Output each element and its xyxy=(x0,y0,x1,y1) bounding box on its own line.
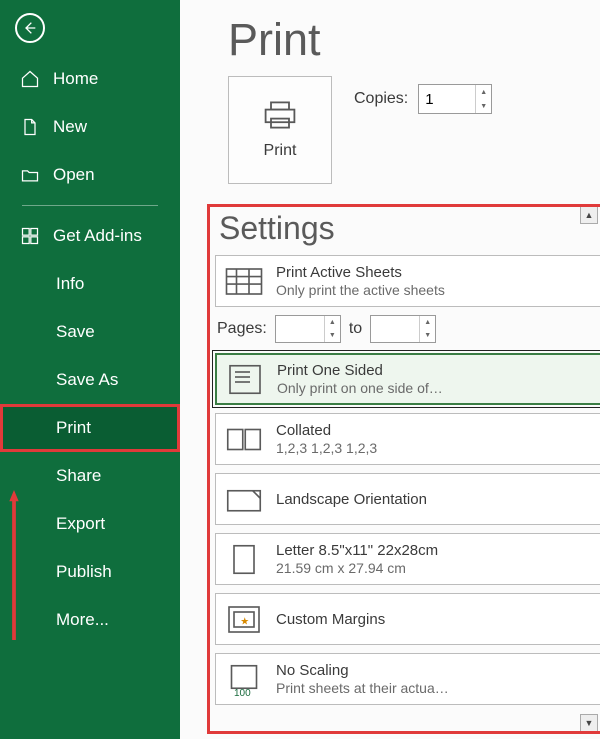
printer-icon xyxy=(262,100,298,130)
page-title: Print xyxy=(228,14,600,66)
sidebar-label-getaddins: Get Add-ins xyxy=(53,226,142,246)
sidebar-item-getaddins[interactable]: Get Add-ins xyxy=(0,212,180,260)
margins-title: Custom Margins xyxy=(276,611,600,628)
margins-icon: ★ xyxy=(224,601,264,637)
collated-dropdown[interactable]: Collated 1,2,3 1,2,3 1,2,3 ▼ xyxy=(215,413,600,465)
print-what-title: Print Active Sheets xyxy=(276,264,600,281)
copies-down-icon[interactable]: ▼ xyxy=(476,99,491,113)
pages-label: Pages: xyxy=(217,320,267,338)
back-button[interactable] xyxy=(15,13,45,43)
print-what-sub: Only print the active sheets xyxy=(276,282,596,298)
svg-text:100: 100 xyxy=(234,687,251,696)
backstage-sidebar: Home New Open Get Add-ins Info Save Save… xyxy=(0,0,180,739)
up-icon[interactable]: ▲ xyxy=(325,316,340,329)
one-sided-icon xyxy=(225,361,265,397)
sidebar-item-export[interactable]: Export xyxy=(0,500,180,548)
sides-title: Print One Sided xyxy=(277,362,600,379)
print-button-label: Print xyxy=(264,142,297,160)
down-icon[interactable]: ▼ xyxy=(325,329,340,342)
sidebar-label-more: More... xyxy=(56,610,109,630)
paper-title: Letter 8.5"x11" 22x28cm xyxy=(276,542,600,559)
copies-input[interactable] xyxy=(419,85,475,113)
pages-to-label: to xyxy=(349,320,362,338)
sidebar-item-more[interactable]: More... xyxy=(0,596,180,644)
scaling-sub: Print sheets at their actua… xyxy=(276,680,596,696)
collated-icon xyxy=(224,421,264,457)
copies-spinner[interactable]: ▲ ▼ xyxy=(418,84,492,114)
sidebar-item-save[interactable]: Save xyxy=(0,308,180,356)
sidebar-label-print: Print xyxy=(56,418,91,438)
sidebar-label-publish: Publish xyxy=(56,562,112,582)
sides-sub: Only print on one side of… xyxy=(277,380,597,396)
sidebar-separator xyxy=(22,205,158,206)
sidebar-item-publish[interactable]: Publish xyxy=(0,548,180,596)
pages-from-input[interactable] xyxy=(276,316,324,342)
down-icon[interactable]: ▼ xyxy=(420,329,435,342)
print-button[interactable]: Print xyxy=(228,76,332,184)
margins-dropdown[interactable]: ★ Custom Margins ▼ xyxy=(215,593,600,645)
copies-control: Copies: ▲ ▼ xyxy=(354,84,492,114)
up-icon[interactable]: ▲ xyxy=(420,316,435,329)
scaling-title: No Scaling xyxy=(276,662,600,679)
print-what-dropdown[interactable]: Print Active Sheets Only print the activ… xyxy=(215,255,600,307)
sidebar-item-share[interactable]: Share xyxy=(0,452,180,500)
home-icon xyxy=(20,69,40,89)
back-arrow-icon xyxy=(22,20,38,36)
collated-sub: 1,2,3 1,2,3 1,2,3 xyxy=(276,440,596,456)
pages-from-spinner[interactable]: ▲▼ xyxy=(275,315,341,343)
addins-icon xyxy=(20,226,40,246)
settings-section: Settings Print Active Sheets Only print … xyxy=(207,204,600,738)
sidebar-label-info: Info xyxy=(56,274,84,294)
pages-range: Pages: ▲▼ to ▲▼ xyxy=(217,315,600,343)
sidebar-label-save: Save xyxy=(56,322,95,342)
scaling-dropdown[interactable]: 100 No Scaling Print sheets at their act… xyxy=(215,653,600,705)
svg-text:★: ★ xyxy=(240,616,249,627)
copies-label: Copies: xyxy=(354,90,408,108)
sidebar-label-saveas: Save As xyxy=(56,370,118,390)
paper-icon xyxy=(224,541,264,577)
sidebar-label-share: Share xyxy=(56,466,101,486)
open-folder-icon xyxy=(20,165,40,185)
page-setup-link[interactable]: Page Setup xyxy=(215,713,600,730)
sidebar-item-new[interactable]: New xyxy=(0,103,180,151)
orientation-dropdown[interactable]: Landscape Orientation ▼ xyxy=(215,473,600,525)
sidebar-item-saveas[interactable]: Save As xyxy=(0,356,180,404)
copies-up-icon[interactable]: ▲ xyxy=(476,85,491,99)
pages-to-spinner[interactable]: ▲▼ xyxy=(370,315,436,343)
sidebar-label-home: Home xyxy=(53,69,98,89)
collated-title: Collated xyxy=(276,422,600,439)
sidebar-item-home[interactable]: Home xyxy=(0,55,180,103)
scaling-icon: 100 xyxy=(224,661,264,697)
sidebar-label-export: Export xyxy=(56,514,105,534)
sidebar-label-new: New xyxy=(53,117,87,137)
paper-size-dropdown[interactable]: Letter 8.5"x11" 22x28cm 21.59 cm x 27.94… xyxy=(215,533,600,585)
sidebar-item-print[interactable]: Print xyxy=(0,404,180,452)
new-icon xyxy=(20,117,40,137)
paper-sub: 21.59 cm x 27.94 cm xyxy=(276,560,596,576)
print-panel: Print Print Copies: ▲ ▼ ▲ ▼ Sett xyxy=(180,0,600,739)
sidebar-label-open: Open xyxy=(53,165,95,185)
sidebar-item-open[interactable]: Open xyxy=(0,151,180,199)
orientation-title: Landscape Orientation xyxy=(276,491,600,508)
landscape-icon xyxy=(224,481,264,517)
sidebar-item-info[interactable]: Info xyxy=(0,260,180,308)
pages-to-input[interactable] xyxy=(371,316,419,342)
sides-dropdown[interactable]: Print One Sided Only print on one side o… xyxy=(215,353,600,405)
settings-heading: Settings xyxy=(219,210,600,247)
sheets-icon xyxy=(224,263,264,299)
